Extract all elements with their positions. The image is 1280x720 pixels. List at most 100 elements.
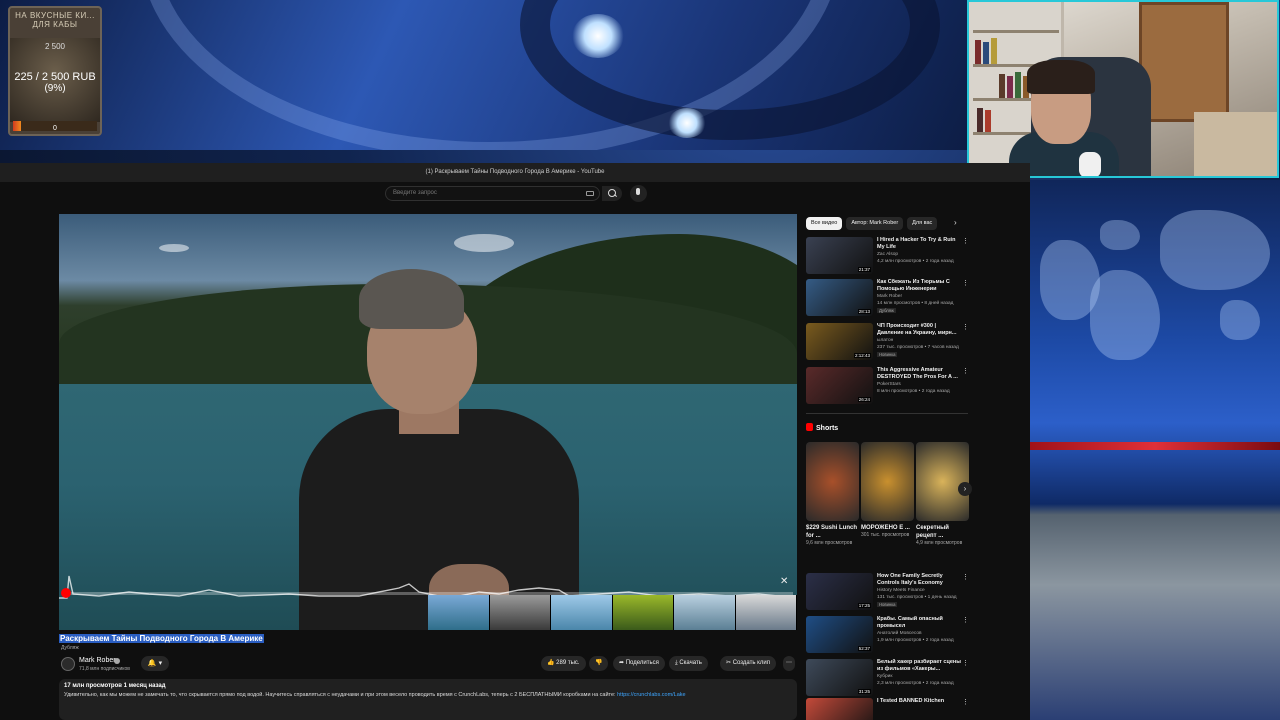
filmstrip-frame[interactable] [674, 595, 736, 630]
voice-search-icon[interactable] [630, 185, 647, 202]
keyboard-icon[interactable] [586, 191, 594, 196]
dislike-button[interactable]: 👎 [589, 656, 609, 671]
recommended-title[interactable]: How One Family Secretly Controls Italy's… [877, 573, 961, 587]
recommended-channel[interactable]: Кубрик [877, 674, 892, 679]
recommended-channel[interactable]: PokerStars [877, 382, 901, 387]
recommended-meta: 14 млн просмотров • 8 дней назад [877, 301, 954, 306]
chevron-right-icon[interactable]: › [954, 218, 957, 227]
short-title[interactable]: МОРОЖЕНО Е ... [861, 524, 914, 532]
shorts-next-button[interactable]: › [958, 482, 972, 496]
donation-percent: (9%) [44, 83, 66, 94]
recommended-video[interactable]: 26:24 This Aggressive Amateur DESTROYED T… [806, 367, 969, 407]
recommended-title[interactable]: Белый хакер разбирает сцены из фильмов «… [877, 659, 961, 673]
recommended-video[interactable]: 21:37 I Hired a Hacker To Try & Ruin My L… [806, 237, 969, 277]
recommended-title[interactable]: This Aggressive Amateur DESTROYED The Pr… [877, 367, 961, 381]
video-thumbnail[interactable]: 2:12:43 [806, 323, 873, 360]
filmstrip-frame[interactable] [489, 595, 551, 630]
donation-body: 2 500 225 / 2 500 RUB (9%) [10, 38, 100, 122]
stream-scene: НА ВКУСНЫЕ КИ... ДЛЯ КАБЫ 2 500 225 / 2 … [0, 0, 1280, 720]
donation-bar-start: 0 [53, 125, 57, 132]
short-title[interactable]: $229 Sushi Lunch for ... [806, 524, 859, 540]
short-thumbnail[interactable] [916, 442, 969, 521]
recommended-title[interactable]: Крабы. Самый опасный промысел [877, 616, 961, 630]
recommended-channel[interactable]: ылатон [877, 338, 893, 343]
video-thumbnail[interactable]: 28:13 [806, 279, 873, 316]
recommended-video[interactable]: 31:25 Белый хакер разбирает сцены из филь… [806, 659, 969, 699]
recommended-video[interactable]: 2:12:43 ЧП Происходит #300 | Давление на … [806, 323, 969, 363]
download-button[interactable]: ⤓ Скачать [669, 656, 708, 671]
like-count: 289 тыс. [556, 660, 580, 666]
recommended-title[interactable]: ЧП Происходит #300 | Давление на Украину… [877, 323, 961, 337]
more-options-icon[interactable]: ⋮ [962, 237, 969, 245]
chevron-down-icon: ▾ [156, 660, 163, 667]
video-thumbnail[interactable]: 17:25 [806, 573, 873, 610]
filter-chip[interactable]: Автор: Mark Rober [846, 217, 904, 230]
filmstrip-frame[interactable] [428, 595, 490, 630]
video-thumbnail[interactable]: 21:37 [806, 237, 873, 274]
section-divider [806, 413, 968, 414]
scrubber-handle[interactable] [61, 588, 71, 598]
youtube-header: Введите запрос [0, 182, 1030, 208]
more-options-icon[interactable]: ⋮ [962, 367, 969, 375]
recommended-video[interactable]: 52:37 Крабы. Самый опасный промысел Анатол… [806, 616, 969, 656]
recommended-badge: Новинка [877, 352, 898, 357]
bell-icon: 🔔 [147, 660, 157, 667]
scissors-icon: ✂ [726, 660, 733, 666]
clip-button[interactable]: ✂ Создать клип [720, 656, 776, 671]
short-thumbnail[interactable] [806, 442, 859, 521]
recommended-channel[interactable]: Mark Rober [877, 294, 902, 299]
browser-window: (1) Раскрываем Тайны Подводного Города В… [0, 163, 1030, 720]
more-options-icon[interactable]: ⋮ [962, 279, 969, 287]
recommended-video[interactable]: 17:25 How One Family Secretly Controls It… [806, 573, 969, 613]
close-preview-icon[interactable]: ✕ [780, 576, 788, 587]
more-options-icon[interactable]: ⋮ [962, 698, 969, 706]
search-button[interactable] [602, 186, 622, 201]
short-thumbnail[interactable] [861, 442, 914, 521]
more-options-icon[interactable]: ⋮ [962, 323, 969, 331]
share-button[interactable]: ➦ Поделиться [613, 656, 665, 671]
channel-avatar[interactable] [61, 657, 75, 671]
video-thumbnail[interactable]: 26:24 [806, 367, 873, 404]
video-thumbnail[interactable] [806, 698, 873, 720]
recommended-video[interactable]: 28:13 Как Сбежать Из Тюрьмы С Помощью Инж… [806, 279, 969, 319]
recommended-meta: 2,3 млн просмотров • 2 года назад [877, 681, 954, 686]
recommended-title[interactable]: Как Сбежать Из Тюрьмы С Помощью Инженери… [877, 279, 961, 293]
more-options-icon[interactable]: ⋮ [962, 573, 969, 581]
like-button[interactable]: 👍 289 тыс. [541, 656, 586, 671]
short-card[interactable]: $229 Sushi Lunch for ... 9,6 млн просмотр… [806, 442, 859, 547]
recommended-video[interactable]: I Tested BANNED Kitchen ⋮ [806, 698, 969, 720]
more-options-icon[interactable]: ⋮ [962, 616, 969, 624]
video-thumbnail[interactable]: 52:37 [806, 616, 873, 653]
short-card[interactable]: МОРОЖЕНО Е ... 301 тыс. просмотров [861, 442, 914, 539]
video-player[interactable]: ✕ [59, 214, 797, 630]
filmstrip-frame[interactable] [612, 595, 674, 630]
description-link[interactable]: https://crunchlabs.com/Lake [617, 692, 685, 698]
video-duration: 28:13 [857, 309, 871, 314]
video-thumbnail[interactable]: 31:25 [806, 659, 873, 696]
preview-filmstrip[interactable] [428, 595, 797, 630]
short-title[interactable]: Секретный рецепт ... [916, 524, 969, 540]
video-duration: 21:37 [857, 267, 871, 272]
description-box[interactable]: 17 млн просмотров 1 месяц назад Удивител… [59, 679, 797, 720]
more-options-icon[interactable]: ⋮ [962, 659, 969, 667]
studio-background-right [1030, 180, 1280, 720]
more-actions-button[interactable]: ⋯ [783, 656, 795, 671]
notification-bell-button[interactable]: 🔔 ▾ [141, 656, 169, 671]
streamer-headband [1027, 60, 1095, 94]
more-icon: ⋯ [786, 660, 792, 666]
recommended-title[interactable]: I Hired a Hacker To Try & Ruin My Life [877, 237, 961, 251]
recommended-channel[interactable]: Анатолий Мовсесов [877, 631, 922, 636]
share-icon: ➦ [619, 660, 626, 666]
description-body: Удивительно, как мы можем не замечать то… [64, 692, 618, 698]
filmstrip-frame[interactable] [551, 595, 613, 630]
search-input[interactable]: Введите запрос [385, 186, 600, 201]
filter-chip[interactable]: Все видео [806, 217, 843, 230]
recommended-channel[interactable]: Zac Alsop [877, 252, 898, 257]
recommended-channel[interactable]: History Meets Finance [877, 588, 925, 593]
recommended-meta: 1,9 млн просмотров • 2 года назад [877, 638, 954, 643]
filmstrip-frame[interactable] [735, 595, 797, 630]
recommended-title[interactable]: I Tested BANNED Kitchen [877, 698, 961, 705]
filter-chip[interactable]: Для вас [907, 217, 938, 230]
channel-name[interactable]: Mark Rober [79, 657, 116, 664]
microphone [1079, 152, 1101, 176]
